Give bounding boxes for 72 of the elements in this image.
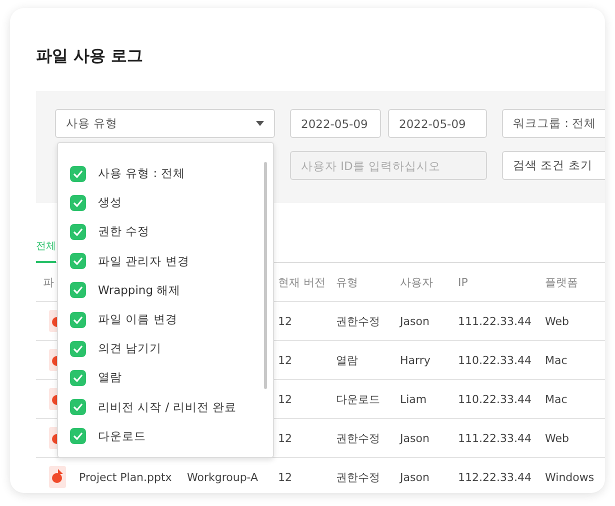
checkbox[interactable] <box>70 166 86 182</box>
table-cell-text: 110.22.33.44 <box>458 354 532 366</box>
check-icon <box>73 432 83 440</box>
table-cell-text: 111.22.33.44 <box>458 432 532 444</box>
checkbox[interactable] <box>70 428 86 444</box>
column-header: IP <box>458 276 469 288</box>
check-icon <box>73 228 83 236</box>
table-cell-text: 12 <box>278 470 293 484</box>
table-cell-text: Liam <box>400 392 428 406</box>
page-title: 파일 사용 로그 <box>36 45 144 66</box>
table-cell-text: 112.22.33.44 <box>458 470 532 484</box>
user-id-field[interactable]: 사용자 ID를 입력하십시오 <box>290 151 487 180</box>
table-cell-text: 12 <box>278 432 293 444</box>
table-cell-text: 12 <box>278 392 293 406</box>
check-icon <box>73 170 83 178</box>
column-header: 플랫폼 <box>545 274 579 290</box>
option-label[interactable]: Wrapping 해제 <box>98 282 181 298</box>
column-header: 사용자 <box>400 274 434 290</box>
checkbox[interactable] <box>70 253 86 270</box>
date-field[interactable]: 2022-05-09 <box>388 109 487 138</box>
column-header: 파 <box>42 274 55 290</box>
table-cell-text: Project Plan.pptx <box>79 470 173 484</box>
workgroup-select[interactable]: 워크그룹 : 전체 <box>502 109 605 138</box>
option-label[interactable]: 다운로드 <box>98 428 146 444</box>
table-cell-text: 다운로드 <box>336 392 381 406</box>
checkbox[interactable] <box>70 399 86 416</box>
table-cell-text: 12 <box>278 314 293 328</box>
option-label[interactable]: 의견 남기기 <box>98 341 162 356</box>
table-cell-text: Jason <box>400 432 430 444</box>
checkbox[interactable] <box>70 312 86 328</box>
check-icon <box>73 198 83 207</box>
table-cell-text: 권한수정 <box>336 314 381 328</box>
option-label[interactable]: 리비전 시작 / 리비전 완료 <box>98 400 236 415</box>
table-cell-text: Windows <box>545 470 596 484</box>
option-label[interactable]: 권한 수정 <box>98 224 150 240</box>
table-cell-text: Jason <box>400 470 430 484</box>
table-cell-text: Web <box>545 432 570 444</box>
checkbox[interactable] <box>70 282 86 298</box>
table-cell-text: Mac <box>545 354 568 366</box>
presentation-file-icon <box>49 466 66 488</box>
table-cell-text: 열람 <box>336 352 359 368</box>
caret-down-icon <box>256 121 264 126</box>
option-label[interactable]: 열람 <box>98 370 122 386</box>
table-cell-text: 12 <box>278 354 293 366</box>
checkbox[interactable] <box>70 340 86 357</box>
table-cell-text: Web <box>545 314 570 328</box>
check-icon <box>73 403 83 412</box>
check-icon <box>73 286 83 294</box>
option-label[interactable]: 파일 이름 변경 <box>98 312 178 328</box>
check-icon <box>73 316 83 324</box>
table-cell-text: 111.22.33.44 <box>458 314 532 328</box>
table-cell-text: 권한수정 <box>336 470 381 484</box>
column-header: 유형 <box>336 274 359 290</box>
option-label[interactable]: 사용 유형 : 전체 <box>98 166 185 182</box>
table-cell-text: 110.22.33.44 <box>458 392 532 406</box>
checkbox[interactable] <box>70 224 86 240</box>
usage-type-select[interactable]: 사용 유형 <box>55 109 275 138</box>
check-icon <box>73 257 83 266</box>
table-cell-text: Mac <box>545 392 568 406</box>
check-icon <box>73 374 83 382</box>
check-icon <box>73 344 83 353</box>
table-cell-text: Workgroup-A <box>187 470 260 484</box>
column-header: 현재 버전 <box>278 274 326 290</box>
checkbox[interactable] <box>70 370 86 386</box>
option-label[interactable]: 생성 <box>98 195 122 210</box>
date-field[interactable]: 2022-05-09 <box>290 109 381 138</box>
reset-button[interactable]: 검색 조건 초기 <box>502 151 605 180</box>
table-cell-text: Harry <box>400 354 432 366</box>
table-cell-text: 권한수정 <box>336 430 381 446</box>
table-cell-text: Jason <box>400 314 430 328</box>
option-label[interactable]: 파일 관리자 변경 <box>98 254 190 269</box>
checkbox[interactable] <box>70 194 86 211</box>
